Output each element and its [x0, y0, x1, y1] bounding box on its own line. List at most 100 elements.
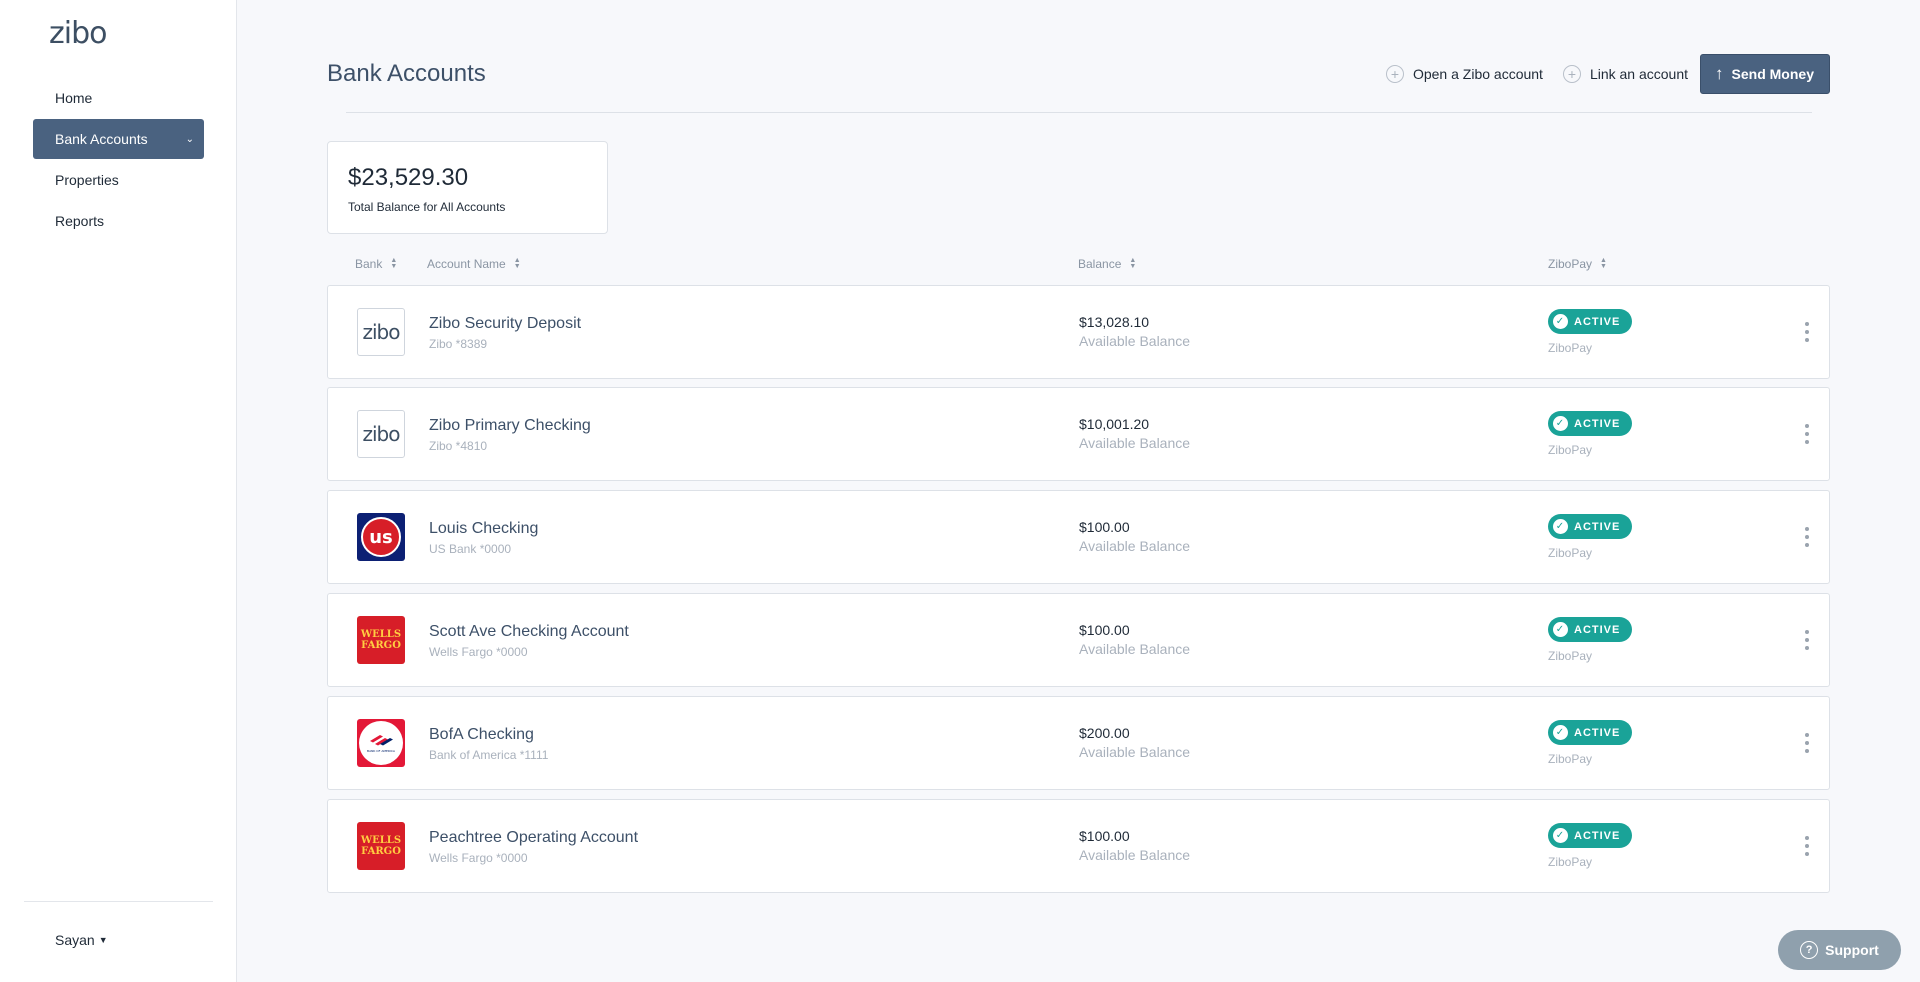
user-menu[interactable]: Sayan ▼ — [55, 932, 108, 948]
balance-label: Available Balance — [1079, 435, 1191, 451]
chevron-down-icon[interactable]: ⌄ — [186, 134, 194, 145]
open-zibo-account-label: Open a Zibo account — [1412, 66, 1543, 82]
sidebar-item-properties[interactable]: Properties — [33, 160, 204, 200]
account-number: Wells Fargo *0000 — [429, 645, 528, 659]
balance-label: Available Balance — [1079, 847, 1191, 863]
more-options-icon[interactable] — [1801, 320, 1813, 344]
sidebar-item-label: Home — [55, 90, 93, 106]
more-options-icon[interactable] — [1801, 834, 1813, 858]
account-name[interactable]: BofA Checking — [429, 726, 534, 744]
zibopay-label: ZiboPay — [1548, 855, 1593, 869]
account-number: Wells Fargo *0000 — [429, 851, 528, 865]
zibopay-label: ZiboPay — [1548, 649, 1593, 663]
account-row[interactable]: zibo Zibo Security Deposit Zibo *8389 $1… — [327, 285, 1830, 379]
send-money-button[interactable]: ↑ Send Money — [1700, 54, 1830, 94]
sidebar-item-bank-accounts[interactable]: Bank Accounts ⌄ — [33, 119, 204, 159]
column-header-label: ZiboPay — [1548, 257, 1593, 271]
sidebar: zibo Home Bank Accounts ⌄ Properties Rep… — [0, 0, 237, 982]
check-icon: ✓ — [1553, 416, 1568, 431]
more-options-icon[interactable] — [1801, 731, 1813, 755]
sidebar-item-label: Properties — [55, 172, 119, 188]
zibopay-label: ZiboPay — [1548, 546, 1593, 560]
account-name[interactable]: Zibo Security Deposit — [429, 315, 581, 333]
status-badge: ✓ ACTIVE — [1548, 617, 1633, 642]
total-balance-value: $23,529.30 — [348, 164, 469, 191]
question-icon: ? — [1800, 941, 1819, 959]
account-row[interactable]: zibo Zibo Primary Checking Zibo *4810 $1… — [327, 387, 1830, 481]
wells-fargo-logo: WELLS FARGO — [357, 616, 405, 664]
account-row[interactable]: WELLS FARGO Peachtree Operating Account … — [327, 799, 1830, 893]
column-header-label: Account Name — [427, 257, 506, 271]
check-icon: ✓ — [1553, 828, 1568, 843]
account-number: US Bank *0000 — [429, 542, 512, 556]
send-money-label: Send Money — [1731, 66, 1814, 82]
svg-text:BANK OF AMERICA: BANK OF AMERICA — [367, 749, 396, 753]
total-balance-label: Total Balance for All Accounts — [348, 200, 506, 214]
sidebar-nav: Home Bank Accounts ⌄ Properties Reports — [33, 78, 204, 242]
caret-down-icon: ▼ — [98, 935, 108, 945]
status-badge: ✓ ACTIVE — [1548, 720, 1633, 745]
balance-value: $200.00 — [1079, 725, 1130, 741]
balance-value: $100.00 — [1079, 828, 1130, 844]
balance-label: Available Balance — [1079, 333, 1191, 349]
account-name[interactable]: Peachtree Operating Account — [429, 829, 638, 847]
total-balance-card: $23,529.30 Total Balance for All Account… — [327, 141, 608, 234]
column-header-label: Balance — [1078, 257, 1122, 271]
sidebar-item-label: Bank Accounts — [55, 131, 148, 147]
user-name: Sayan — [55, 932, 95, 948]
status-badge: ✓ ACTIVE — [1548, 823, 1633, 848]
sort-icon: ▲ ▼ — [1129, 257, 1137, 270]
sort-icon: ▲ ▼ — [513, 257, 521, 270]
zibo-bank-logo: zibo — [357, 308, 405, 356]
status-badge: ✓ ACTIVE — [1548, 309, 1633, 334]
open-zibo-account-button[interactable]: + Open a Zibo account — [1385, 65, 1543, 83]
sidebar-divider — [24, 901, 213, 902]
check-icon: ✓ — [1553, 314, 1568, 329]
account-row[interactable]: WELLS FARGO Scott Ave Checking Account W… — [327, 593, 1830, 687]
more-options-icon[interactable] — [1801, 422, 1813, 446]
account-name[interactable]: Louis Checking — [429, 520, 538, 538]
plus-circle-icon: + — [1562, 65, 1581, 83]
more-options-icon[interactable] — [1801, 525, 1813, 549]
sort-icon: ▲ ▼ — [390, 257, 398, 270]
account-name[interactable]: Zibo Primary Checking — [429, 417, 591, 435]
column-header-label: Bank — [355, 257, 383, 271]
header-divider — [346, 112, 1812, 113]
check-icon: ✓ — [1553, 622, 1568, 637]
column-header-zibopay[interactable]: ZiboPay ▲ ▼ — [1548, 257, 1607, 271]
sidebar-item-home[interactable]: Home — [33, 78, 204, 118]
balance-label: Available Balance — [1079, 641, 1191, 657]
check-icon: ✓ — [1553, 725, 1568, 740]
balance-value: $100.00 — [1079, 519, 1130, 535]
account-number: Zibo *8389 — [429, 337, 488, 351]
zibo-bank-logo: zibo — [357, 410, 405, 458]
us-bank-logo: us — [357, 513, 405, 561]
sidebar-item-label: Reports — [55, 213, 105, 229]
page-title: Bank Accounts — [327, 60, 486, 87]
check-icon: ✓ — [1553, 519, 1568, 534]
zibopay-label: ZiboPay — [1548, 341, 1593, 355]
app-logo[interactable]: zibo — [49, 16, 107, 51]
account-row[interactable]: us Louis Checking US Bank *0000 $100.00 … — [327, 490, 1830, 584]
zibopay-label: ZiboPay — [1548, 752, 1593, 766]
status-badge: ✓ ACTIVE — [1548, 411, 1633, 436]
column-header-balance[interactable]: Balance ▲ ▼ — [1078, 257, 1136, 271]
balance-label: Available Balance — [1079, 744, 1191, 760]
sidebar-item-reports[interactable]: Reports — [33, 201, 204, 241]
link-account-button[interactable]: + Link an account — [1562, 65, 1689, 83]
plus-circle-icon: + — [1385, 65, 1404, 83]
more-options-icon[interactable] — [1801, 628, 1813, 652]
wells-fargo-logo: WELLS FARGO — [357, 822, 405, 870]
support-button[interactable]: ? Support — [1778, 930, 1901, 970]
account-row[interactable]: BANK OF AMERICA BofA Checking Bank of Am… — [327, 696, 1830, 790]
account-number: Bank of America *1111 — [429, 748, 549, 762]
column-header-account-name[interactable]: Account Name ▲ ▼ — [427, 257, 521, 271]
balance-value: $10,001.20 — [1079, 416, 1150, 432]
balance-value: $100.00 — [1079, 622, 1130, 638]
link-account-label: Link an account — [1589, 66, 1689, 82]
status-badge: ✓ ACTIVE — [1548, 514, 1633, 539]
column-header-bank[interactable]: Bank ▲ ▼ — [355, 257, 397, 271]
account-name[interactable]: Scott Ave Checking Account — [429, 623, 629, 641]
balance-label: Available Balance — [1079, 538, 1191, 554]
sort-icon: ▲ ▼ — [1600, 257, 1607, 270]
